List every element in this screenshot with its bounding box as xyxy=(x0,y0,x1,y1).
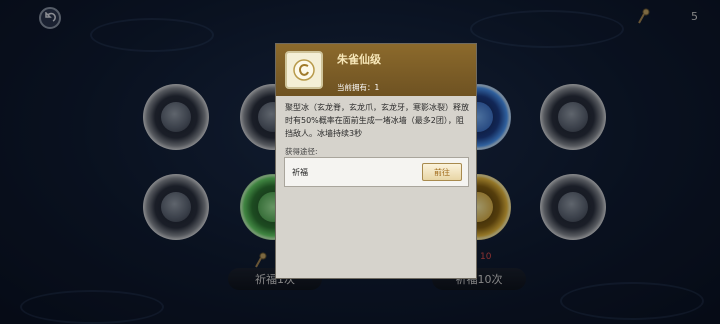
source-row: 祈福 前往 xyxy=(284,157,469,187)
goto-label: 前往 xyxy=(434,167,450,177)
item-description: 聚型冰（玄龙脊，玄龙爪，玄龙牙，寒影冰裂）释放时有50%概率在面前生成一堵冰墙（… xyxy=(285,103,469,138)
goto-button[interactable]: 前往 xyxy=(422,163,462,181)
item-icon-frame xyxy=(285,51,323,89)
vermilion-bird-icon xyxy=(293,59,315,81)
item-info-popup: 朱雀仙级 当前拥有：1 聚型冰（玄龙脊，玄龙爪，玄龙牙，寒影冰裂）释放时有50%… xyxy=(275,43,477,279)
source-name: 祈福 xyxy=(292,168,308,177)
source-label: 获得途径: xyxy=(285,147,318,156)
item-name: 朱雀仙级 xyxy=(337,53,381,66)
owned-count: 当前拥有：1 xyxy=(337,83,380,92)
popup-header: 朱雀仙级 当前拥有：1 xyxy=(276,44,476,96)
